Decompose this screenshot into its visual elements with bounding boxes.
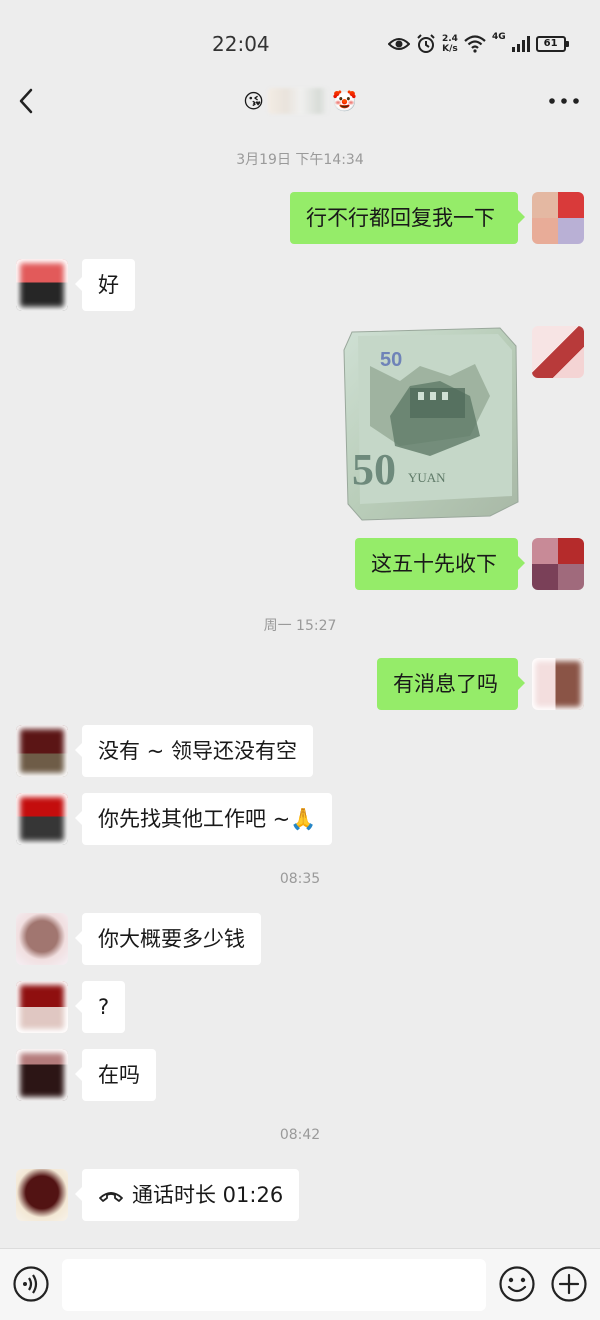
input-bar <box>0 1248 600 1320</box>
clown-emoji: 🤡 <box>331 89 357 113</box>
timestamp: 08:35 <box>279 871 321 887</box>
banknote-value-large: 50 <box>352 445 396 494</box>
contact-avatar[interactable] <box>16 259 68 311</box>
call-duration-text: 通话时长 01:26 <box>132 1183 284 1207</box>
contact-name: 😘 🤡 <box>240 84 360 118</box>
emoji-icon <box>499 1266 535 1302</box>
timestamp: 周一 15:27 <box>263 618 337 634</box>
message-text: 你先找其他工作吧 ~ <box>98 807 291 831</box>
message-incoming[interactable]: 你先找其他工作吧 ~🙏 <box>74 793 333 845</box>
signal-icon <box>511 36 530 52</box>
blurred-name <box>267 88 328 114</box>
banknote-photo-message[interactable]: 50 50 YUAN <box>340 326 520 522</box>
message-input[interactable] <box>62 1259 486 1311</box>
contact-avatar[interactable] <box>16 981 68 1033</box>
banknote-value-small: 50 <box>380 349 402 371</box>
more-button[interactable] <box>544 84 584 118</box>
timestamp: 3月19日 下午14:34 <box>236 152 364 168</box>
more-dots-icon <box>549 98 579 104</box>
phone-hangup-icon <box>99 1192 123 1202</box>
battery-indicator: 61 <box>535 36 569 52</box>
contact-avatar[interactable] <box>16 913 68 965</box>
voice-icon <box>13 1266 49 1302</box>
my-avatar[interactable] <box>532 326 584 378</box>
message-outgoing[interactable]: 这五十先收下 <box>355 538 525 590</box>
status-time: 22:04 <box>212 32 270 56</box>
contact-avatar[interactable] <box>16 1169 68 1221</box>
message-incoming[interactable]: 好 <box>75 259 135 311</box>
contact-avatar[interactable] <box>16 1049 68 1101</box>
banknote-currency: YUAN <box>408 470 446 485</box>
contact-avatar[interactable] <box>16 725 68 777</box>
status-icons: 2.4 K/s 4G 61 <box>388 32 569 56</box>
network-generation: 4G <box>491 32 506 42</box>
alarm-icon <box>417 34 435 53</box>
my-avatar[interactable] <box>532 538 584 590</box>
contact-avatar[interactable] <box>16 793 68 845</box>
my-avatar[interactable] <box>532 192 584 244</box>
emoji-button[interactable] <box>498 1265 536 1303</box>
timestamp: 08:42 <box>279 1127 321 1143</box>
call-record-message[interactable]: 通话时长 01:26 <box>74 1169 300 1221</box>
status-bar: 22:04 2.4 K/s 4G 61 <box>0 0 600 72</box>
plus-icon <box>551 1266 587 1302</box>
message-incoming[interactable]: ? <box>74 981 126 1033</box>
eye-icon <box>388 38 410 50</box>
message-incoming[interactable]: 你大概要多少钱 <box>75 913 261 965</box>
praying-hands-emoji: 🙏 <box>290 807 317 831</box>
message-incoming[interactable]: 没有 ~ 领导还没有空 <box>75 725 313 777</box>
kiss-emoji: 😘 <box>243 89 264 113</box>
message-outgoing[interactable]: 行不行都回复我一下 <box>290 192 525 244</box>
wifi-icon <box>464 35 486 53</box>
chat-header: 😘 🤡 <box>0 72 600 130</box>
back-button[interactable] <box>10 84 44 118</box>
message-outgoing[interactable]: 有消息了吗 <box>377 658 525 710</box>
message-incoming[interactable]: 在吗 <box>75 1049 156 1101</box>
my-avatar[interactable] <box>532 658 584 710</box>
voice-button[interactable] <box>12 1265 50 1303</box>
banknote-image: 50 50 YUAN <box>343 327 519 521</box>
more-functions-button[interactable] <box>550 1265 588 1303</box>
back-arrow-icon <box>19 88 33 114</box>
network-speed: 2.4 K/s <box>442 34 458 54</box>
